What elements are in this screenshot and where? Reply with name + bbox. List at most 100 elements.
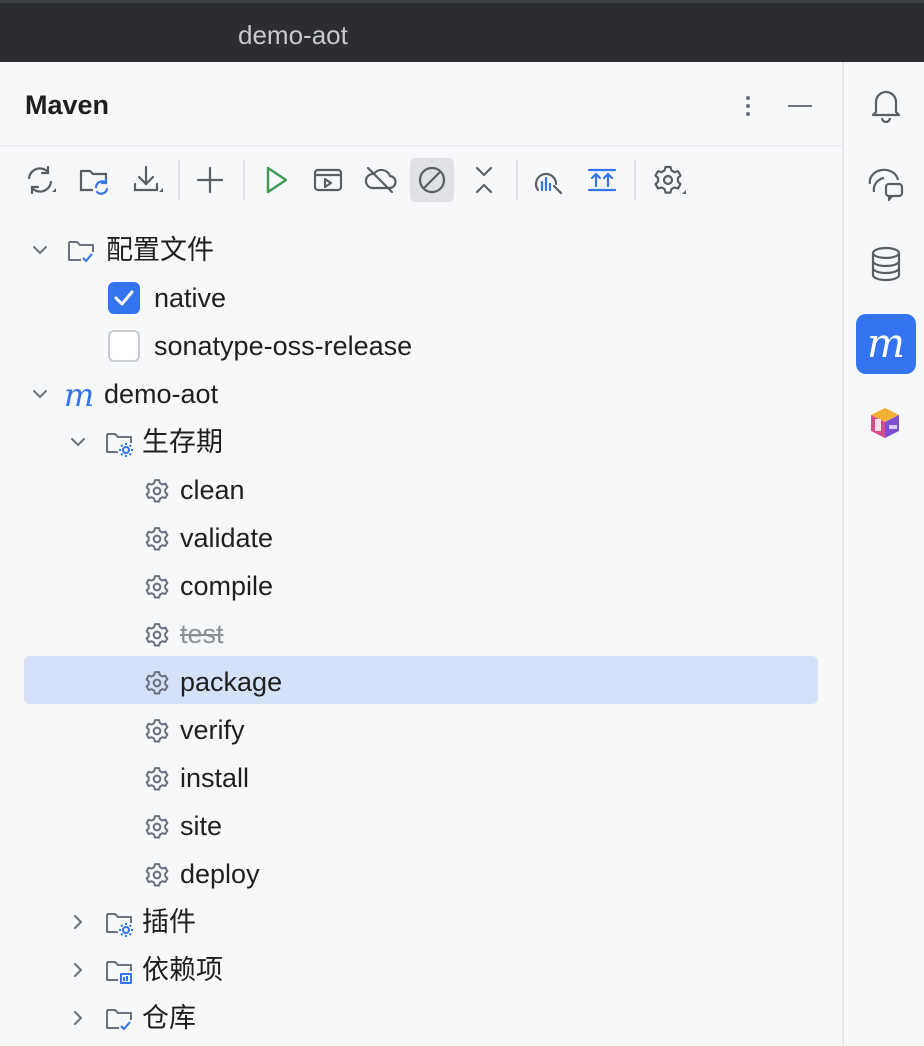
maven-icon: m (867, 324, 905, 364)
tree-node-profiles[interactable]: 配置文件 (24, 226, 818, 274)
toolbar-separator (516, 160, 518, 200)
database-icon (867, 245, 905, 283)
header-divider (0, 145, 842, 147)
goal-gear-icon (142, 812, 172, 842)
gear-icon (650, 162, 686, 198)
collapse-icon (466, 162, 502, 198)
tree-node-goal-deploy[interactable]: deploy (24, 850, 818, 898)
download-icon (128, 162, 164, 198)
tree-node-plugins[interactable]: 插件 (24, 898, 818, 946)
goal-label: site (180, 810, 222, 842)
goal-gear-icon (142, 668, 172, 698)
tree-node-goal-validate[interactable]: validate (24, 514, 818, 562)
chat-icon (866, 164, 906, 204)
skip-tests-button[interactable] (410, 158, 454, 202)
toolbar-separator (243, 160, 245, 200)
right-tool-window-bar: m (842, 62, 924, 1046)
chevron-right-icon[interactable] (66, 910, 90, 934)
goal-label: clean (180, 474, 245, 506)
tree-node-dependencies[interactable]: 依赖项 (24, 946, 818, 994)
analyze-dependencies-button[interactable] (526, 158, 570, 202)
goal-gear-icon (142, 764, 172, 794)
tree-label: 仓库 (142, 1002, 196, 1034)
repositories-folder-icon (104, 1004, 134, 1034)
tree-node-project[interactable]: m demo-aot (24, 370, 818, 418)
profile-checkbox-unchecked[interactable] (108, 330, 140, 362)
more-options-button[interactable] (730, 88, 766, 124)
collapse-all-button[interactable] (462, 158, 506, 202)
reload-all-projects-button[interactable] (18, 158, 62, 202)
download-sources-button[interactable] (124, 158, 168, 202)
add-maven-project-button[interactable] (188, 158, 232, 202)
goal-gear-icon (142, 524, 172, 554)
goal-label: install (180, 762, 249, 794)
window-title-bar: demo-aot (0, 0, 924, 62)
tree-label: 配置文件 (106, 234, 214, 266)
maven-project-icon: m (64, 380, 94, 410)
bell-icon (867, 85, 905, 123)
maven-tool-window: Maven (0, 62, 842, 1046)
tree-node-lifecycle[interactable]: 生存期 (24, 418, 818, 466)
ai-assistant-button[interactable] (856, 154, 916, 214)
goal-label-skipped: test (180, 618, 224, 650)
profiles-folder-icon (66, 236, 96, 266)
panel-title: Maven (25, 90, 109, 121)
goal-label: deploy (180, 858, 260, 890)
hide-panel-button[interactable] (782, 88, 818, 124)
cloud-off-icon (362, 162, 398, 198)
tree-node-goal-compile[interactable]: compile (24, 562, 818, 610)
execute-maven-goal-button[interactable] (306, 158, 350, 202)
goal-gear-icon (142, 716, 172, 746)
more-vertical-icon (736, 94, 760, 118)
notifications-button[interactable] (856, 74, 916, 134)
tree-node-goal-test[interactable]: test (24, 610, 818, 658)
show-dependencies-button[interactable] (580, 158, 624, 202)
tree-node-goal-site[interactable]: site (24, 802, 818, 850)
analyze-icon (530, 162, 566, 198)
tree-label: demo-aot (104, 378, 218, 410)
plus-icon (192, 162, 228, 198)
terminal-run-icon (310, 162, 346, 198)
checkmark-icon (108, 282, 140, 314)
reload-icon (22, 162, 58, 198)
dependencies-folder-icon (104, 956, 134, 986)
chevron-down-icon[interactable] (28, 382, 52, 406)
toggle-offline-mode-button[interactable] (358, 158, 402, 202)
goal-label: package (180, 666, 282, 698)
toolbar-separator (178, 160, 180, 200)
goal-label: verify (180, 714, 245, 746)
tree-label: 插件 (142, 906, 196, 938)
goal-gear-icon (142, 572, 172, 602)
run-icon (258, 162, 294, 198)
tree-node-goal-package[interactable]: package (24, 656, 818, 704)
tree-node-goal-clean[interactable]: clean (24, 466, 818, 514)
plugin-tool-button[interactable] (856, 392, 916, 452)
maven-button[interactable]: m (856, 314, 916, 374)
lifecycle-folder-icon (104, 428, 134, 458)
tree-node-profile-native[interactable]: native (24, 274, 818, 322)
skip-icon (414, 162, 450, 198)
run-maven-build-button[interactable] (254, 158, 298, 202)
tree-label: 生存期 (142, 426, 223, 458)
tree-node-profile-sonatype[interactable]: sonatype-oss-release (24, 322, 818, 370)
goal-gear-icon (142, 476, 172, 506)
tree-node-goal-verify[interactable]: verify (24, 706, 818, 754)
minimize-icon (786, 94, 814, 118)
chevron-right-icon[interactable] (66, 1006, 90, 1030)
chevron-down-icon[interactable] (66, 430, 90, 454)
chevron-right-icon[interactable] (66, 958, 90, 982)
folder-refresh-icon (76, 162, 112, 198)
goal-gear-icon (142, 860, 172, 890)
cube-icon (865, 401, 907, 443)
tree-node-repositories[interactable]: 仓库 (24, 994, 818, 1042)
chevron-down-icon[interactable] (28, 238, 52, 262)
goal-label: compile (180, 570, 273, 602)
goal-label: validate (180, 522, 273, 554)
tree-node-goal-install[interactable]: install (24, 754, 818, 802)
profile-checkbox-checked[interactable] (108, 282, 140, 314)
dependencies-icon (584, 162, 620, 198)
build-tool-settings-button[interactable] (646, 158, 690, 202)
generate-sources-button[interactable] (72, 158, 116, 202)
database-button[interactable] (856, 234, 916, 294)
goal-gear-icon (142, 620, 172, 650)
